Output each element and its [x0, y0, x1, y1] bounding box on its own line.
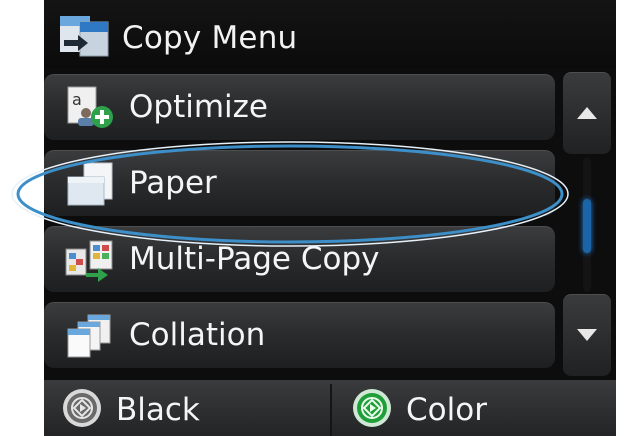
menu-item-label: Optimize — [129, 89, 269, 125]
menu-item-label: Multi-Page Copy — [129, 241, 380, 277]
menu-item-multi-page-copy[interactable]: Multi-Page Copy — [44, 226, 555, 292]
copy-icon — [60, 16, 109, 57]
menu-item-label: Collation — [129, 317, 266, 353]
arrow-up-icon — [577, 107, 597, 119]
black-copy-label: Black — [116, 392, 200, 428]
scroll-up-button[interactable] — [563, 72, 611, 154]
svg-text:a: a — [72, 90, 82, 109]
menu-item-collation[interactable]: Collation — [44, 302, 555, 368]
arrow-down-icon — [577, 329, 597, 341]
color-copy-label: Color — [406, 392, 487, 428]
bottom-divider — [330, 384, 332, 436]
menu-item-optimize[interactable]: a Optimize — [44, 74, 555, 140]
optimize-icon: a — [67, 86, 113, 128]
collation-icon — [67, 314, 111, 358]
page-title: Copy Menu — [122, 20, 298, 56]
black-copy-button[interactable]: Black — [44, 380, 328, 436]
multi-page-copy-icon — [65, 240, 113, 282]
scroll-down-button[interactable] — [563, 294, 611, 376]
scrollbar[interactable] — [563, 72, 611, 376]
menu-item-label: Paper — [129, 165, 217, 201]
printer-screen: Copy Menu a Optimize Paper Multi-Page Co… — [44, 0, 616, 436]
menu-item-paper[interactable]: Paper — [44, 150, 555, 216]
color-copy-button[interactable]: Color — [334, 380, 616, 436]
paper-icon — [67, 162, 113, 206]
scroll-thumb[interactable] — [583, 199, 591, 253]
start-copy-icon — [353, 389, 391, 427]
start-copy-icon — [63, 389, 101, 427]
title-bar: Copy Menu — [44, 0, 616, 68]
